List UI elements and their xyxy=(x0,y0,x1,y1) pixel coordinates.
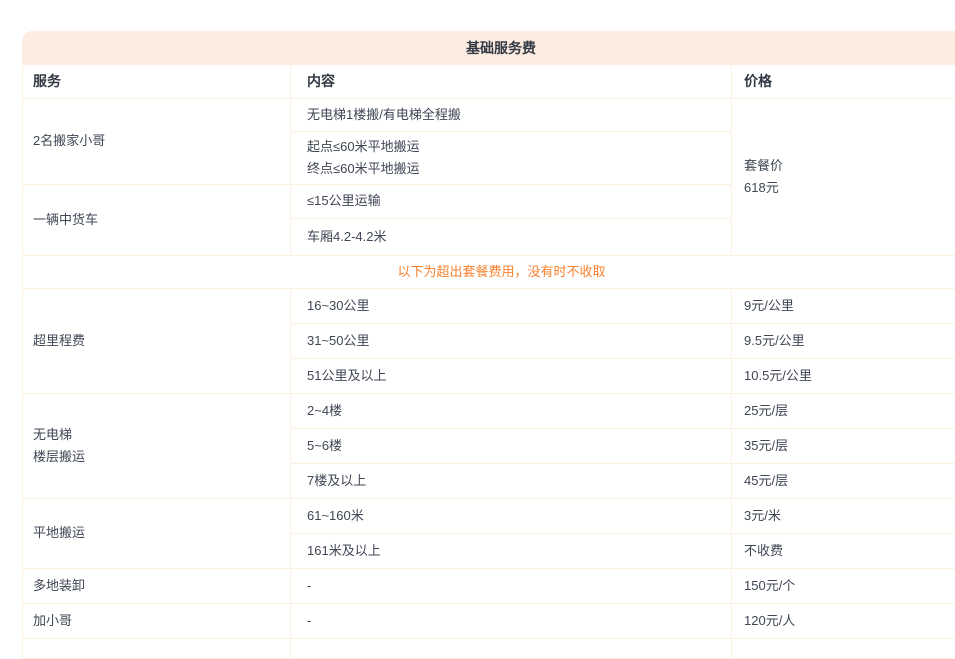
table-row: 加小哥 - 120元/人 xyxy=(23,603,955,638)
content-cell xyxy=(291,638,732,658)
content-cell: 61~160米 xyxy=(291,498,732,533)
service-line: 楼层搬运 xyxy=(33,446,280,468)
table-row: 2名搬家小哥 无电梯1楼搬/有电梯全程搬 套餐价 618元 xyxy=(23,98,955,131)
price-cell: 9元/公里 xyxy=(732,288,955,323)
price-cell: 25元/层 xyxy=(732,393,955,428)
note-text: 以下为超出套餐费用，没有时不收取 xyxy=(23,255,955,288)
price-cell xyxy=(732,638,955,658)
package-price-value: 618元 xyxy=(744,177,955,199)
pricing-table: 服务 内容 价格 2名搬家小哥 无电梯1楼搬/有电梯全程搬 套餐价 618元 起… xyxy=(22,65,955,659)
table-row: 平地搬运 61~160米 3元/米 xyxy=(23,498,955,533)
note-row: 以下为超出套餐费用，没有时不收取 xyxy=(23,255,955,288)
service-cell: 2名搬家小哥 xyxy=(23,98,291,184)
content-cell: 16~30公里 xyxy=(291,288,732,323)
content-cell: 无电梯1楼搬/有电梯全程搬 xyxy=(291,98,732,131)
content-cell: 起点≤60米平地搬运 终点≤60米平地搬运 xyxy=(291,131,732,184)
package-price-cell: 套餐价 618元 xyxy=(732,98,955,255)
table-row: 多地装卸 - 150元/个 xyxy=(23,568,955,603)
content-cell: 51公里及以上 xyxy=(291,358,732,393)
column-header-row: 服务 内容 价格 xyxy=(23,65,955,98)
content-cell: - xyxy=(291,603,732,638)
table-row: 超里程费 16~30公里 9元/公里 xyxy=(23,288,955,323)
service-cell: 超里程费 xyxy=(23,288,291,393)
price-cell: 10.5元/公里 xyxy=(732,358,955,393)
price-cell: 120元/人 xyxy=(732,603,955,638)
content-line: 起点≤60米平地搬运 xyxy=(307,136,715,158)
package-price-label: 套餐价 xyxy=(744,155,955,177)
content-cell: 车厢4.2-4.2米 xyxy=(291,218,732,255)
content-cell: 31~50公里 xyxy=(291,323,732,358)
content-cell: 2~4楼 xyxy=(291,393,732,428)
service-cell: 无电梯 楼层搬运 xyxy=(23,393,291,498)
price-cell: 45元/层 xyxy=(732,463,955,498)
col-header-content: 内容 xyxy=(291,65,732,98)
service-cell: 加小哥 xyxy=(23,603,291,638)
service-cell: 平地搬运 xyxy=(23,498,291,568)
service-cell xyxy=(23,638,291,658)
col-header-price: 价格 xyxy=(732,65,955,98)
price-cell: 9.5元/公里 xyxy=(732,323,955,358)
content-cell: 7楼及以上 xyxy=(291,463,732,498)
price-cell: 不收费 xyxy=(732,533,955,568)
price-cell: 150元/个 xyxy=(732,568,955,603)
service-cell: 一辆中货车 xyxy=(23,184,291,255)
content-cell: 5~6楼 xyxy=(291,428,732,463)
table-row xyxy=(23,638,955,658)
price-cell: 35元/层 xyxy=(732,428,955,463)
content-line: 终点≤60米平地搬运 xyxy=(307,158,715,180)
col-header-service: 服务 xyxy=(23,65,291,98)
table-row: 无电梯 楼层搬运 2~4楼 25元/层 xyxy=(23,393,955,428)
content-cell: 161米及以上 xyxy=(291,533,732,568)
service-line: 无电梯 xyxy=(33,424,280,446)
pricing-card: 基础服务费 服务 内容 价格 2名搬家小哥 无电梯1楼搬/有电梯全程搬 套餐价 … xyxy=(22,31,955,659)
service-cell: 多地装卸 xyxy=(23,568,291,603)
content-cell: ≤15公里运输 xyxy=(291,184,732,218)
price-cell: 3元/米 xyxy=(732,498,955,533)
content-cell: - xyxy=(291,568,732,603)
card-title: 基础服务费 xyxy=(22,31,955,65)
